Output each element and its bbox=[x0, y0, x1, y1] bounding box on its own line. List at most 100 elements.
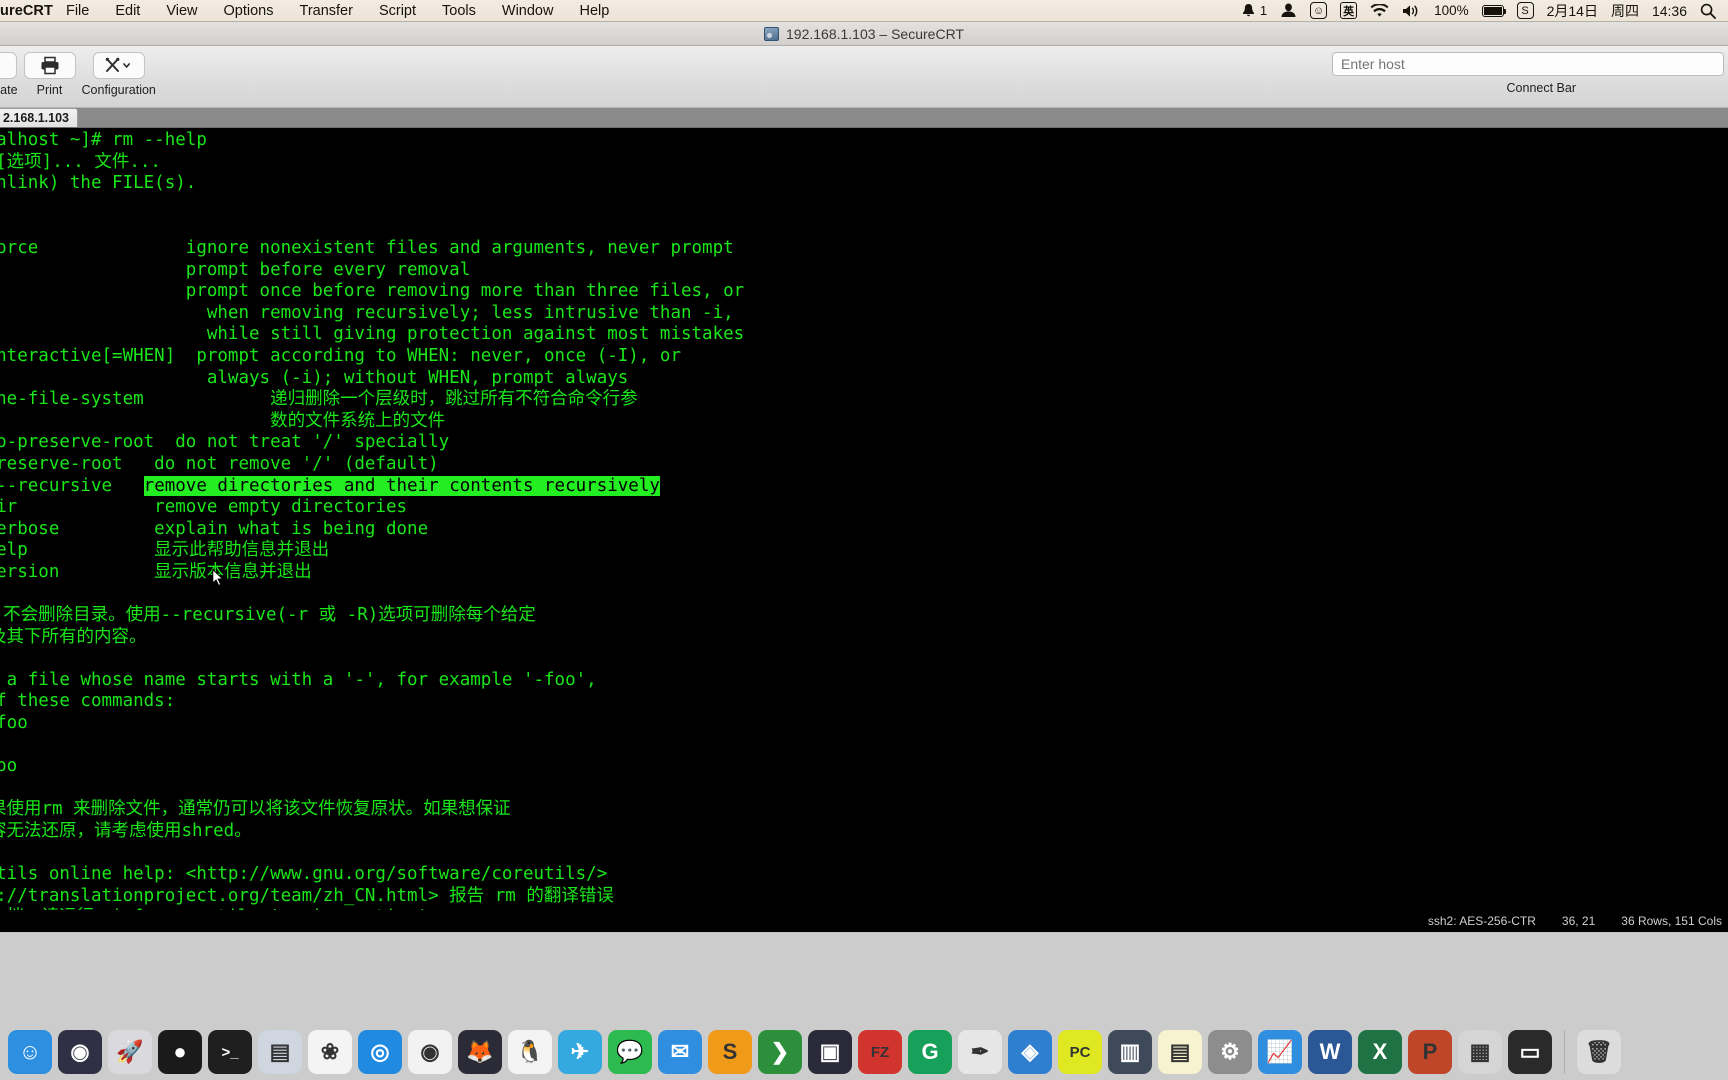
menu-window[interactable]: Window bbox=[489, 3, 567, 19]
macos-menubar: ureCRT File Edit View Options Transfer S… bbox=[0, 0, 1728, 22]
menu-transfer[interactable]: Transfer bbox=[287, 3, 366, 19]
dock-icon-wechat[interactable]: 💬 bbox=[608, 1030, 652, 1074]
dock-separator bbox=[1564, 1030, 1565, 1074]
status-dimensions: 36 Rows, 151 Cols bbox=[1621, 914, 1722, 928]
battery-percent-label: 100% bbox=[1434, 3, 1469, 18]
menubar-app-name[interactable]: ureCRT bbox=[0, 3, 53, 19]
safari-icon: ◎ bbox=[370, 1039, 390, 1064]
dock-icon-photos[interactable]: ❀ bbox=[308, 1030, 352, 1074]
terminal-line: --verbose explain what is being done bbox=[0, 519, 744, 541]
user-icon[interactable] bbox=[1280, 3, 1297, 18]
session-tab-192-168-1-103[interactable]: 2.168.1.103 bbox=[0, 108, 78, 127]
dock-icon-filezilla[interactable]: FZ bbox=[858, 1030, 902, 1074]
terminal-line: --interactive[=WHEN] prompt according to… bbox=[0, 346, 744, 368]
menu-script[interactable]: Script bbox=[366, 3, 429, 19]
dock-icon-notes[interactable]: ▤ bbox=[1158, 1030, 1202, 1074]
terminal-line-text: e (unlink) the FILE(s). bbox=[0, 173, 197, 194]
dock-icon-securecrt[interactable]: ▣ bbox=[808, 1030, 852, 1074]
volume-icon[interactable] bbox=[1402, 4, 1421, 18]
trash-icon: 🗑 bbox=[1585, 1039, 1613, 1064]
dock-icon-safari-alt[interactable]: ◉ bbox=[58, 1030, 102, 1074]
input-source-icon[interactable]: 英 bbox=[1340, 2, 1358, 19]
spotlight-search-icon[interactable] bbox=[1700, 3, 1716, 19]
terminal-selected-text[interactable]: remove directories and their contents re… bbox=[143, 475, 660, 496]
dock-icon-pen-tool[interactable]: ✒ bbox=[958, 1030, 1002, 1074]
dock-icon-pycharm[interactable]: PC bbox=[1058, 1030, 1102, 1074]
dock-icon-navicat[interactable]: ◈ bbox=[1008, 1030, 1052, 1074]
terminal-line: 的内容无法还原，请考虑使用shred。 bbox=[0, 821, 744, 843]
terminal-line-text: --force ignore nonexistent files and arg… bbox=[0, 237, 734, 258]
dock-icon-launchpad[interactable]: 🚀 bbox=[108, 1030, 152, 1074]
terminal-line: 数的文件系统上的文件 bbox=[0, 411, 744, 433]
terminal-line: --help 显示此帮助信息并退出 bbox=[0, 540, 744, 562]
dock-icon-word[interactable]: W bbox=[1308, 1030, 1352, 1074]
emoji-icon[interactable]: ☺ bbox=[1310, 2, 1328, 19]
sogou-icon[interactable]: S bbox=[1516, 2, 1534, 19]
dock-icon-safari[interactable]: ◎ bbox=[358, 1030, 402, 1074]
toolbar-button-print[interactable]: Print bbox=[23, 52, 76, 97]
menubar-weekday[interactable]: 周四 bbox=[1611, 1, 1639, 21]
toolbar-button-configuration[interactable]: Configuration bbox=[82, 52, 156, 97]
terminal-line: while still giving protection against mo… bbox=[0, 324, 744, 346]
terminal-line-text: ，以及其下所有的内容。 bbox=[0, 626, 147, 647]
battery-icon[interactable] bbox=[1481, 4, 1507, 17]
menubar-date[interactable]: 2月14日 bbox=[1547, 1, 1598, 21]
terminal-line-text: --one-file-system 递归删除一个层级时，跳过所有不符合命令行参 bbox=[0, 389, 638, 410]
dock-icon-trash[interactable]: 🗑 bbox=[1577, 1030, 1621, 1074]
menu-view[interactable]: View bbox=[153, 3, 210, 19]
status-cursor-position: 36, 21 bbox=[1561, 914, 1596, 928]
toolbar-button-change-state[interactable]: nge State bbox=[0, 52, 18, 97]
dock-icon-excel[interactable]: X bbox=[1358, 1030, 1402, 1074]
notes-icon: ▤ bbox=[1169, 1039, 1191, 1064]
finder-icon: ☺ bbox=[18, 1039, 42, 1064]
wifi-icon[interactable] bbox=[1370, 3, 1389, 18]
menu-help[interactable]: Help bbox=[566, 3, 622, 19]
terminal-line-text: ，rm 不会删除目录。使用--recursive(-r 或 -R)选项可删除每个… bbox=[0, 605, 536, 626]
dock-icon-qq[interactable]: 🐧 bbox=[508, 1030, 552, 1074]
dock-icon-mail[interactable]: ✉ bbox=[658, 1030, 702, 1074]
dock-icon-sublime-text[interactable]: S bbox=[708, 1030, 752, 1074]
menu-edit[interactable]: Edit bbox=[102, 3, 153, 19]
dock-icon-vm-app[interactable]: ▥ bbox=[1108, 1030, 1152, 1074]
dock-icon-chrome[interactable]: ◉ bbox=[408, 1030, 452, 1074]
menu-file[interactable]: File bbox=[53, 3, 102, 19]
mail-icon: ✉ bbox=[670, 1039, 690, 1064]
dock-icon-iterm[interactable]: ❯ bbox=[758, 1030, 802, 1074]
word-icon: W bbox=[1319, 1039, 1341, 1064]
dock-icon-dictionary[interactable]: ▤ bbox=[258, 1030, 302, 1074]
terminal-line-text: move a file whose name starts with a '-'… bbox=[0, 669, 597, 690]
dock-icon-recorder[interactable]: ●00:03:54 bbox=[158, 1030, 202, 1074]
terminal-line: -- -foo bbox=[0, 713, 744, 735]
dock-icon-powerpoint[interactable]: P bbox=[1408, 1030, 1452, 1074]
dock-icon-system-preferences[interactable]: ⚙ bbox=[1208, 1030, 1252, 1074]
bell-icon[interactable] bbox=[1242, 3, 1255, 18]
terminal-line: oreutils online help: <http://www.gnu.or… bbox=[0, 864, 744, 886]
dock-icon-activity-monitor[interactable]: 📈 bbox=[1258, 1030, 1302, 1074]
terminal-viewport[interactable]: alocalhost ~]# rm --help rm [选项]... 文件..… bbox=[0, 128, 1728, 932]
menubar-time[interactable]: 14:36 bbox=[1652, 3, 1687, 19]
system-preferences-icon: ⚙ bbox=[1220, 1039, 1240, 1064]
dock-icon-display[interactable]: ▭ bbox=[1508, 1030, 1552, 1074]
terminal-line: ，rm 不会删除目录。使用--recursive(-r 或 -R)选项可删除每个… bbox=[0, 605, 744, 627]
terminal-line-text: -- -foo bbox=[0, 713, 28, 734]
terminal-line-text: always (-i); without WHEN, prompt always bbox=[0, 367, 629, 388]
recorder-icon: ● bbox=[173, 1039, 187, 1064]
dock-icon-finder[interactable]: ☺ bbox=[8, 1030, 52, 1074]
terminal-line: ./-foo bbox=[0, 756, 744, 778]
dock-icon-firefox[interactable]: 🦊 bbox=[458, 1030, 502, 1074]
menu-options[interactable]: Options bbox=[211, 3, 287, 19]
terminal-line: prompt once before removing more than th… bbox=[0, 281, 744, 303]
terminal-line-text: while still giving protection against mo… bbox=[0, 324, 745, 345]
dock-icon-telegram[interactable]: ✈ bbox=[558, 1030, 602, 1074]
dock-icon-terminal[interactable]: >_ bbox=[208, 1030, 252, 1074]
calculator-icon: ▦ bbox=[1469, 1039, 1491, 1064]
terminal-line: always (-i); without WHEN, prompt always bbox=[0, 368, 744, 390]
securecrt-statusbar: ssh2: AES-256-CTR 36, 21 36 Rows, 151 Co… bbox=[0, 910, 1728, 932]
wechat-icon: 💬 bbox=[616, 1039, 644, 1064]
enter-host-input[interactable] bbox=[1332, 52, 1724, 76]
firefox-icon: 🦊 bbox=[466, 1039, 494, 1064]
dock-icon-gitkraken[interactable]: G bbox=[908, 1030, 952, 1074]
menu-tools[interactable]: Tools bbox=[429, 3, 489, 19]
dock-icon-calculator[interactable]: ▦ bbox=[1458, 1030, 1502, 1074]
